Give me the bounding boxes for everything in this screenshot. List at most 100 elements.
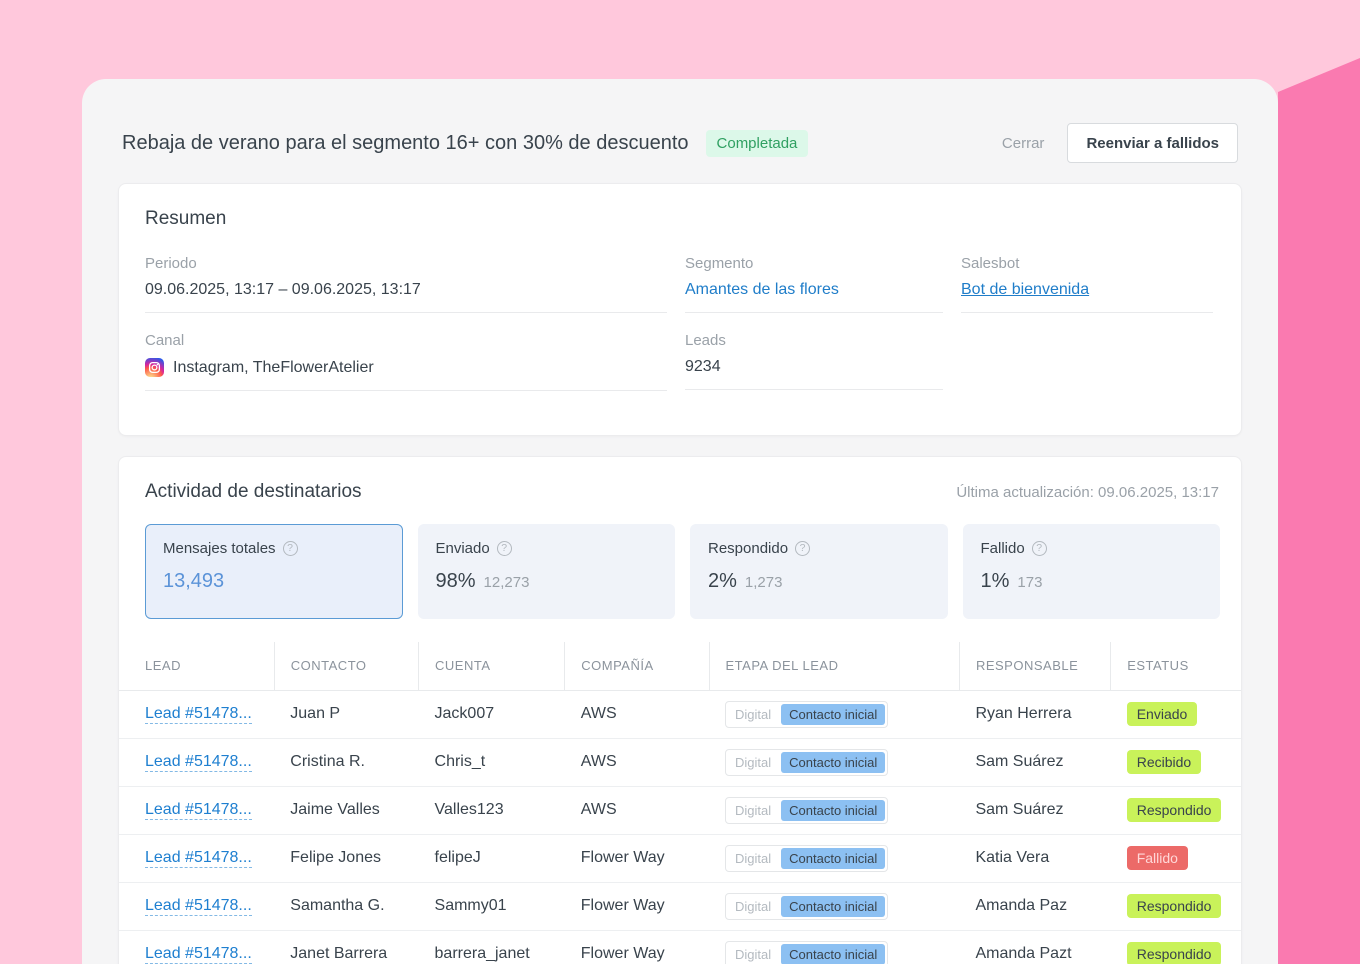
field-period: Periodo 09.06.2025, 13:17 – 09.06.2025, … [145,255,667,313]
contact-cell: Samantha G. [274,882,419,931]
period-value: 09.06.2025, 13:17 – 09.06.2025, 13:17 [145,281,667,313]
stat-replied-count: 1,273 [744,574,783,591]
pipeline-label: Digital [735,850,772,866]
account-cell: felipeJ [418,834,565,883]
account-cell: Sammy01 [418,882,565,931]
lead-link[interactable]: Lead #51478... [145,849,252,868]
table-row: Lead #51478... Cristina R. Chris_t AWS D… [119,738,1241,787]
stage-tag: Digital Contacto inicial [725,892,889,920]
table-row: Lead #51478... Janet Barrera barrera_jan… [119,930,1241,964]
col-contact: CONTACTO [274,642,420,691]
responsible-cell: Sam Suárez [959,738,1111,787]
salesbot-link[interactable]: Bot de bienvenida [961,281,1089,299]
account-cell: Valles123 [418,786,565,835]
stat-failed-percent: 1% [980,570,1010,592]
stat-card-total[interactable]: Mensajes totales 13,493 [145,524,403,619]
pipeline-label: Digital [735,754,772,770]
stage-label: Contacto inicial [781,799,886,821]
help-icon[interactable] [795,541,811,556]
lead-link[interactable]: Lead #51478... [145,753,252,772]
field-empty [961,332,1213,391]
leads-value: 9234 [685,358,943,390]
stat-replied-percent: 2% [708,570,737,592]
instagram-icon [145,358,164,377]
close-link[interactable]: Cerrar [1002,135,1045,152]
account-cell: barrera_janet [418,930,565,964]
stage-label: Contacto inicial [781,703,886,725]
stat-total-value: 13,493 [163,570,225,592]
recipients-table: LEAD CONTACTO CUENTA COMPAÑÍA ETAPA DEL … [119,642,1241,964]
pipeline-label: Digital [735,706,772,722]
help-icon[interactable] [282,541,298,556]
contact-cell: Jaime Valles [274,786,419,835]
stat-failed-count: 173 [1017,574,1043,591]
help-icon[interactable] [496,541,512,556]
col-account: CUENTA [418,642,566,691]
stat-card-failed[interactable]: Fallido 1% 173 [962,524,1220,619]
status-badge: Respondido [1126,942,1222,964]
activity-title: Actividad de destinatarios [145,481,362,502]
company-cell: AWS [564,786,710,835]
lead-link[interactable]: Lead #51478... [145,705,252,724]
col-responsible: RESPONSABLE [959,642,1112,691]
field-leads: Leads 9234 [685,332,943,391]
responsible-cell: Amanda Paz [959,882,1111,931]
stats-row: Mensajes totales 13,493 Enviado 98% 12,2… [119,524,1241,619]
pipeline-label: Digital [735,898,772,914]
lead-link[interactable]: Lead #51478... [145,897,252,916]
contact-cell: Felipe Jones [274,834,419,883]
responsible-cell: Amanda Pazt [959,930,1111,964]
company-cell: Flower Way [564,882,710,931]
stat-sent-count: 12,273 [483,574,530,591]
account-cell: Jack007 [418,690,565,739]
field-channel: Canal Instagram, TheFlowerAtelier [145,332,667,391]
status-badge: Fallido [1126,846,1188,870]
campaign-title: Rebaja de verano para el segmento 16+ co… [122,131,689,154]
responsible-cell: Sam Suárez [959,786,1111,835]
stat-card-replied[interactable]: Respondido 2% 1,273 [690,524,948,619]
stage-tag: Digital Contacto inicial [725,796,889,824]
summary-title: Resumen [145,208,227,229]
contact-cell: Juan P [274,690,419,739]
field-segment: Segmento Amantes de las flores [685,255,943,313]
table-row: Lead #51478... Juan P Jack007 AWS Digita… [119,690,1241,739]
table-header-row: LEAD CONTACTO CUENTA COMPAÑÍA ETAPA DEL … [119,642,1241,691]
stage-tag: Digital Contacto inicial [725,700,889,728]
table-row: Lead #51478... Felipe Jones felipeJ Flow… [119,834,1241,883]
period-label: Periodo [145,255,197,272]
company-cell: AWS [564,738,710,787]
segment-link[interactable]: Amantes de las flores [685,281,839,299]
stage-label: Contacto inicial [781,751,886,773]
activity-card: Actividad de destinatarios Última actual… [118,456,1242,964]
stage-label: Contacto inicial [781,895,886,917]
status-badge: Enviado [1126,702,1198,726]
table-row: Lead #51478... Samantha G. Sammy01 Flowe… [119,882,1241,931]
lead-link[interactable]: Lead #51478... [145,945,252,964]
stage-tag: Digital Contacto inicial [725,844,889,872]
summary-grid: Periodo 09.06.2025, 13:17 – 09.06.2025, … [145,255,1215,391]
lead-link[interactable]: Lead #51478... [145,801,252,820]
channel-label: Canal [145,332,185,349]
status-badge: Recibido [1126,750,1202,774]
channel-value: Instagram, TheFlowerAtelier [173,358,374,376]
col-status: ESTATUS [1110,642,1241,691]
col-stage: ETAPA DEL LEAD [709,642,960,691]
stat-card-sent[interactable]: Enviado 98% 12,273 [417,524,675,619]
campaign-header: Rebaja de verano para el segmento 16+ co… [118,123,1242,163]
salesbot-label: Salesbot [961,255,1020,272]
leads-label: Leads [685,332,726,349]
help-icon[interactable] [1031,541,1047,556]
table-row: Lead #51478... Jaime Valles Valles123 AW… [119,786,1241,835]
stat-sent-label: Enviado [435,540,490,557]
company-cell: AWS [564,690,710,739]
last-update-text: Última actualización: 09.06.2025, 13:17 [956,484,1219,501]
contact-cell: Cristina R. [274,738,419,787]
status-badge: Respondido [1126,894,1222,918]
resend-failed-button[interactable]: Reenviar a fallidos [1067,123,1238,163]
company-cell: Flower Way [564,930,710,964]
account-cell: Chris_t [418,738,565,787]
stat-failed-label: Fallido [980,540,1025,557]
stage-label: Contacto inicial [781,943,886,964]
segment-label: Segmento [685,255,754,272]
responsible-cell: Katia Vera [959,834,1111,883]
